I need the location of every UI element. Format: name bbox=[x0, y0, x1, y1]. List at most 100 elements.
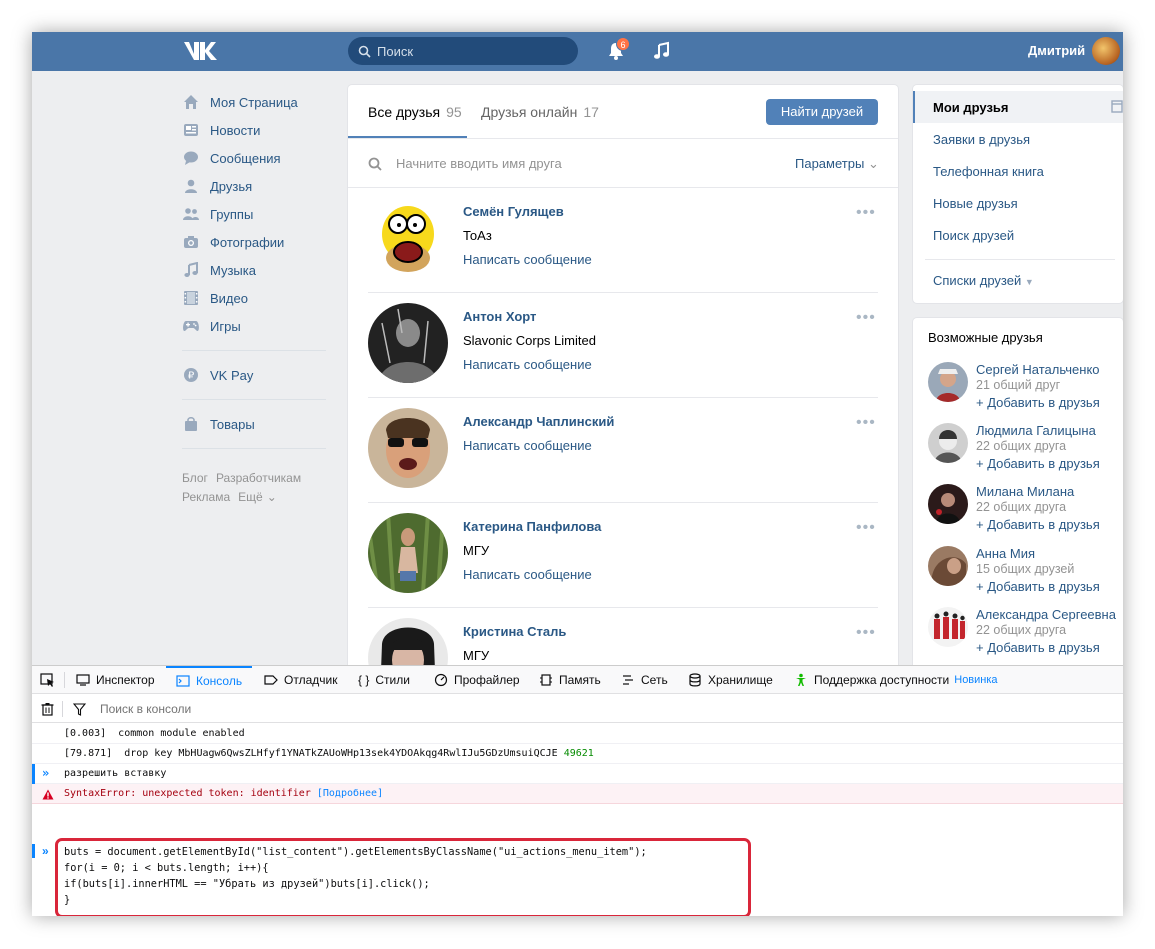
menu-friend-requests[interactable]: Заявки в друзья bbox=[933, 132, 1030, 147]
nav-item-goods[interactable]: Товары bbox=[182, 410, 332, 438]
friend-avatar[interactable] bbox=[368, 408, 448, 488]
console-filter-bar: Поиск в консоли bbox=[32, 695, 1123, 723]
tab-label: Память bbox=[559, 673, 601, 687]
tab-storage[interactable]: Хранилище bbox=[688, 666, 773, 694]
nav-item-friends[interactable]: Друзья bbox=[182, 172, 332, 200]
more-dots-icon[interactable]: ••• bbox=[856, 519, 876, 537]
tab-all-friends[interactable]: Все друзья 95 bbox=[368, 104, 462, 120]
tab-label: Отладчик bbox=[284, 673, 338, 687]
element-picker-icon[interactable] bbox=[40, 673, 55, 688]
nav-label: Новости bbox=[210, 122, 261, 138]
possible-friend-name[interactable]: Александра Сергеевна bbox=[976, 607, 1116, 622]
tab-styles[interactable]: { } Стили bbox=[358, 666, 410, 694]
nav-item-groups[interactable]: Группы bbox=[182, 200, 332, 228]
calendar-icon[interactable] bbox=[1111, 99, 1123, 113]
tab-debugger[interactable]: Отладчик bbox=[264, 666, 337, 694]
friend-name[interactable]: Кристина Сталь bbox=[463, 624, 566, 639]
tab-profiler[interactable]: Профайлер bbox=[434, 666, 520, 694]
more-dots-icon[interactable]: ••• bbox=[856, 624, 876, 642]
tab-inspector[interactable]: Инспектор bbox=[76, 666, 155, 694]
possible-friend-name[interactable]: Анна Мия bbox=[976, 546, 1035, 561]
more-dots-icon[interactable]: ••• bbox=[856, 204, 876, 222]
nav-item-vkpay[interactable]: ₽ VK Pay bbox=[182, 361, 332, 389]
accessibility-icon bbox=[796, 673, 806, 686]
friends-icon bbox=[182, 177, 200, 195]
nav-item-games[interactable]: Игры bbox=[182, 312, 332, 340]
search-placeholder: Поиск bbox=[377, 43, 414, 59]
friend-name[interactable]: Семён Гулящев bbox=[463, 204, 564, 219]
vk-logo-icon[interactable] bbox=[182, 40, 218, 62]
mutual-friends[interactable]: 22 общих друга bbox=[976, 439, 1066, 453]
user-name[interactable]: Дмитрий bbox=[1028, 43, 1085, 58]
write-message-link[interactable]: Написать сообщение bbox=[463, 357, 592, 372]
tab-console[interactable]: Консоль bbox=[166, 666, 253, 694]
console-filter-input[interactable]: Поиск в консоли bbox=[100, 702, 191, 716]
nav-label: Товары bbox=[210, 416, 255, 432]
nav-item-messages[interactable]: Сообщения bbox=[182, 144, 332, 172]
learn-more-link[interactable]: [Подробнее] bbox=[317, 788, 383, 799]
friend-search-input[interactable]: Начните вводить имя друга Параметры ⌄ bbox=[348, 140, 898, 188]
network-icon bbox=[623, 675, 633, 685]
footer-more-link[interactable]: Ещё bbox=[238, 490, 263, 504]
footer-blog-link[interactable]: Блог bbox=[182, 471, 208, 485]
find-friends-button[interactable]: Найти друзей bbox=[766, 99, 878, 125]
possible-friend-avatar[interactable] bbox=[928, 423, 968, 463]
write-message-link[interactable]: Написать сообщение bbox=[463, 252, 592, 267]
menu-new-friends[interactable]: Новые друзья bbox=[933, 196, 1018, 211]
possible-friend-name[interactable]: Людмила Галицына bbox=[976, 423, 1096, 438]
more-dots-icon[interactable]: ••• bbox=[856, 414, 876, 432]
footer-dev-link[interactable]: Разработчикам bbox=[216, 471, 301, 485]
friend-name[interactable]: Катерина Панфилова bbox=[463, 519, 601, 534]
menu-friend-lists[interactable]: Списки друзей ▼ bbox=[933, 273, 1034, 288]
trash-icon[interactable] bbox=[41, 702, 54, 716]
friends-panel: Все друзья 95 Друзья онлайн 17 Найти друзе… bbox=[348, 85, 898, 725]
mutual-friends[interactable]: 22 общих друга bbox=[976, 623, 1066, 637]
add-friend-button[interactable]: + Добавить в друзья bbox=[976, 456, 1100, 471]
more-dots-icon[interactable]: ••• bbox=[856, 309, 876, 327]
add-friend-button[interactable]: + Добавить в друзья bbox=[976, 517, 1100, 532]
nav-item-my-page[interactable]: Моя Страница bbox=[182, 88, 332, 116]
menu-phone-book[interactable]: Телефонная книга bbox=[933, 164, 1044, 179]
prompt-icon: » bbox=[42, 844, 49, 858]
menu-my-friends[interactable]: Мои друзья bbox=[933, 100, 1009, 115]
write-message-link[interactable]: Написать сообщение bbox=[463, 567, 592, 582]
add-friend-button[interactable]: + Добавить в друзья bbox=[976, 640, 1100, 655]
add-friend-button[interactable]: + Добавить в друзья bbox=[976, 395, 1100, 410]
friend-name[interactable]: Антон Хорт bbox=[463, 309, 536, 324]
music-note-icon[interactable] bbox=[652, 41, 672, 61]
possible-friend-name[interactable]: Сергей Натальченко bbox=[976, 362, 1100, 377]
menu-find-friends[interactable]: Поиск друзей bbox=[933, 228, 1014, 243]
tab-network[interactable]: Сеть bbox=[621, 666, 668, 694]
groups-icon bbox=[182, 205, 200, 223]
tab-accessibility[interactable]: Поддержка доступности Новинка bbox=[794, 666, 998, 694]
nav-item-video[interactable]: Видео bbox=[182, 284, 332, 312]
possible-friend-avatar[interactable] bbox=[928, 362, 968, 402]
nav-item-photos[interactable]: Фотографии bbox=[182, 228, 332, 256]
friend-avatar[interactable] bbox=[368, 303, 448, 383]
write-message-link[interactable]: Написать сообщение bbox=[463, 438, 592, 453]
warning-icon bbox=[42, 789, 54, 800]
nav-item-music[interactable]: Музыка bbox=[182, 256, 332, 284]
possible-friend-avatar[interactable] bbox=[928, 484, 968, 524]
possible-friend-avatar[interactable] bbox=[928, 607, 968, 647]
tab-memory[interactable]: Память bbox=[539, 666, 601, 694]
mutual-friends[interactable]: 22 общих друга bbox=[976, 500, 1066, 514]
possible-friend-name[interactable]: Милана Милана bbox=[976, 484, 1074, 499]
friend-avatar[interactable] bbox=[368, 198, 448, 278]
mutual-friends[interactable]: 15 общих друзей bbox=[976, 562, 1074, 576]
nav-item-news[interactable]: Новости bbox=[182, 116, 332, 144]
possible-friend-avatar[interactable] bbox=[928, 546, 968, 586]
filter-icon[interactable] bbox=[73, 703, 86, 716]
search-input[interactable]: Поиск bbox=[348, 37, 578, 65]
params-dropdown[interactable]: Параметры ⌄ bbox=[795, 156, 879, 172]
user-avatar[interactable] bbox=[1092, 37, 1120, 65]
friend-row: Семён Гулящев ТоАз Написать сообщение ••… bbox=[368, 188, 878, 293]
tab-online-friends[interactable]: Друзья онлайн 17 bbox=[481, 104, 599, 120]
add-friend-button[interactable]: + Добавить в друзья bbox=[976, 579, 1100, 594]
nav-divider bbox=[182, 399, 326, 400]
friend-name[interactable]: Александр Чаплинский bbox=[463, 414, 614, 429]
mutual-friends[interactable]: 21 общий друг bbox=[976, 378, 1060, 392]
friend-avatar[interactable] bbox=[368, 513, 448, 593]
footer-ads-link[interactable]: Реклама bbox=[182, 490, 230, 504]
console-icon bbox=[176, 675, 190, 687]
